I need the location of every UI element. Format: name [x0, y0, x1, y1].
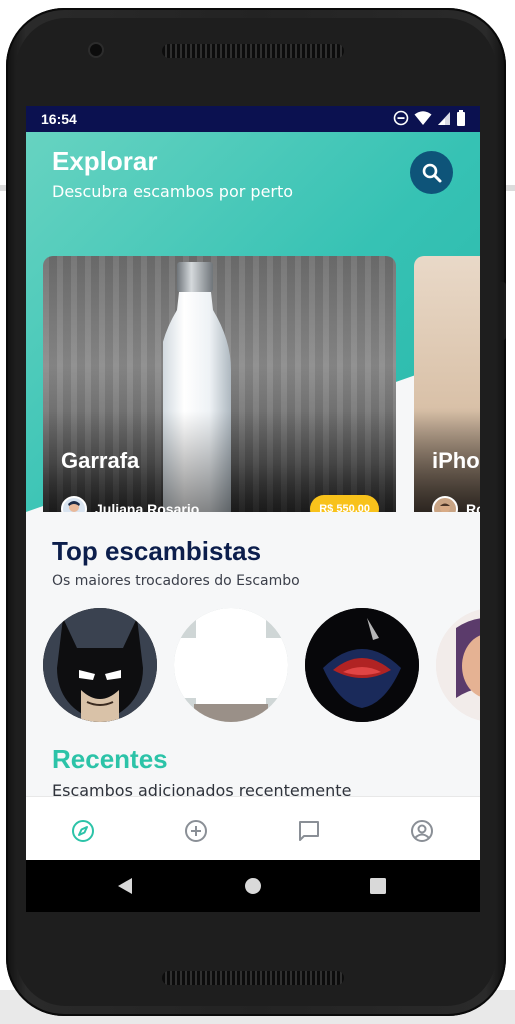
card-owner[interactable]: Ro	[432, 496, 480, 512]
bottom-navigation	[26, 796, 480, 860]
home-icon[interactable]	[244, 877, 262, 895]
profile-icon	[411, 820, 433, 842]
trader-avatar[interactable]	[436, 608, 480, 722]
battery-icon	[457, 110, 465, 126]
explore-hero: Explorar Descubra escambos por perto Gar…	[26, 132, 480, 512]
power-button[interactable]	[500, 282, 506, 340]
section-title-recent: Recentes	[52, 744, 168, 774]
price-badge: R$ 550,00	[310, 495, 379, 512]
nav-chat[interactable]	[295, 817, 323, 845]
bottom-speaker	[162, 971, 344, 985]
owner-name: Ro	[466, 501, 480, 512]
compass-icon	[72, 820, 94, 842]
signal-icon	[438, 112, 450, 125]
trader-avatar[interactable]	[174, 608, 288, 722]
nav-profile[interactable]	[408, 817, 436, 845]
featured-card[interactable]: iPho Ro	[414, 256, 480, 512]
section-subtitle-top-traders: Os maiores trocadores do Escambo	[52, 573, 300, 589]
search-button[interactable]	[410, 151, 453, 194]
back-icon[interactable]	[116, 877, 134, 895]
search-icon	[422, 163, 441, 182]
status-time: 16:54	[41, 111, 77, 127]
page-subtitle: Descubra escambos por perto	[52, 182, 294, 201]
page-title: Explorar	[52, 146, 158, 176]
trader-avatar[interactable]	[305, 608, 419, 722]
owner-name: Juliana Rosario	[95, 501, 200, 512]
trader-avatar[interactable]	[43, 608, 157, 722]
earpiece-speaker	[162, 44, 344, 58]
section-title-top-traders: Top escambistas	[52, 536, 262, 566]
front-camera	[90, 44, 102, 56]
owner-avatar	[432, 496, 458, 512]
status-icons	[393, 110, 466, 126]
featured-card[interactable]: Garrafa Juliana Rosario R$ 550,00	[43, 256, 396, 512]
app-screen: 16:54 Explorar Descubra escambos por per…	[26, 106, 480, 912]
card-title: iPho	[432, 448, 480, 473]
system-navigation-bar	[26, 860, 480, 912]
nav-add[interactable]	[182, 817, 210, 845]
recents-icon[interactable]	[369, 877, 387, 895]
do-not-disturb-icon	[393, 110, 409, 126]
owner-avatar	[61, 496, 87, 512]
wifi-icon	[414, 111, 432, 125]
card-title: Garrafa	[61, 448, 140, 473]
card-owner[interactable]: Juliana Rosario	[61, 496, 199, 512]
top-traders-carousel	[26, 608, 480, 723]
chat-icon	[299, 821, 319, 841]
add-circle-icon	[185, 820, 207, 842]
nav-explore[interactable]	[69, 817, 97, 845]
status-bar: 16:54	[26, 106, 480, 132]
